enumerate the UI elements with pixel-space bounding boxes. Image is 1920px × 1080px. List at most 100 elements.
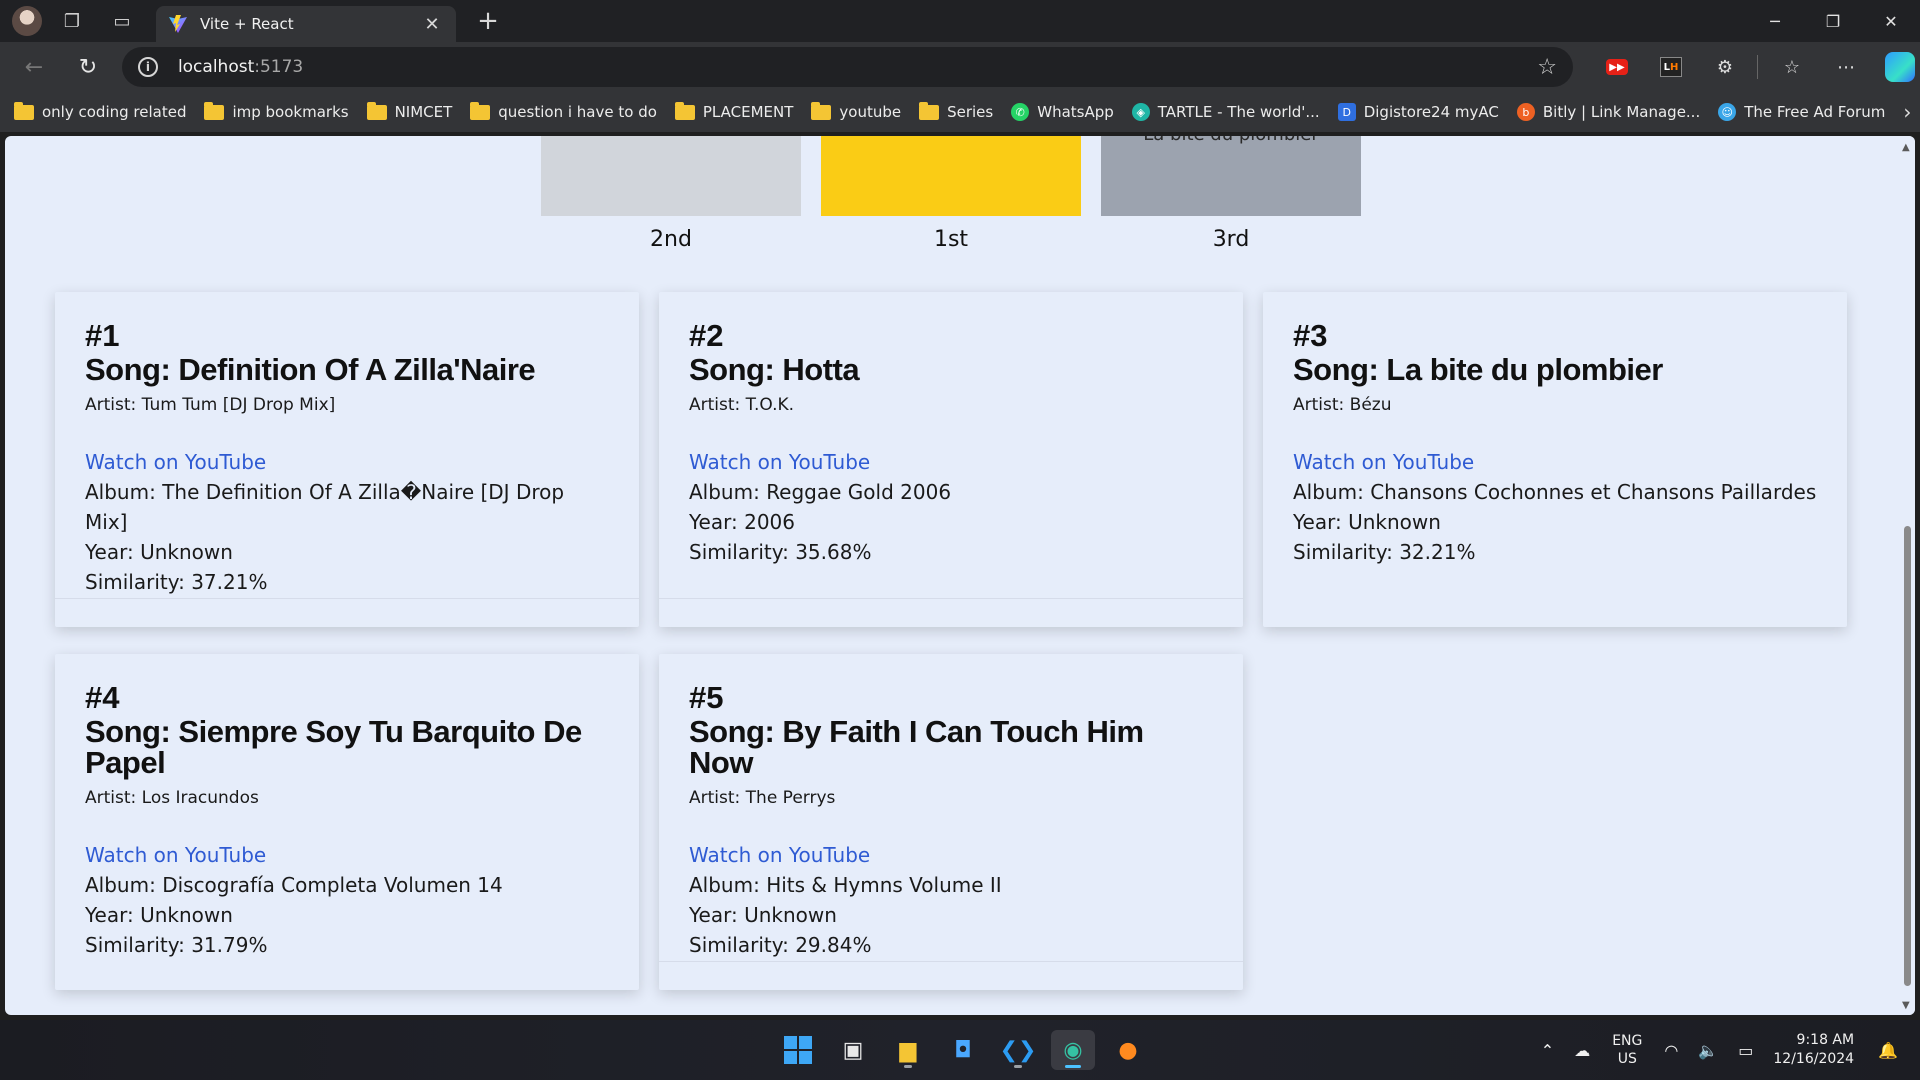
- language-indicator[interactable]: ENG US: [1612, 1032, 1642, 1068]
- result-album: Album: Discografía Completa Volumen 14: [85, 873, 503, 897]
- favorites-icon[interactable]: ☆: [1772, 47, 1812, 87]
- folder-icon: [811, 101, 832, 120]
- result-year: Year: 2006: [689, 510, 795, 534]
- clock-time: 9:18 AM: [1796, 1032, 1855, 1048]
- windows-logo-icon: [784, 1036, 812, 1064]
- result-card: #2 Song: Hotta Artist: T.O.K. Watch on Y…: [659, 292, 1243, 627]
- vscode-icon[interactable]: ❮❯: [996, 1030, 1040, 1070]
- copilot-icon[interactable]: [1880, 47, 1920, 87]
- podium-label-third: 3rd: [1212, 227, 1250, 252]
- tab-actions-icon[interactable]: ▭: [102, 5, 142, 37]
- edge-browser-icon[interactable]: ◉: [1051, 1030, 1095, 1070]
- bookmark-folder[interactable]: NIMCET: [366, 101, 452, 121]
- watch-on-youtube-link[interactable]: Watch on YouTube: [85, 840, 609, 870]
- address-toolbar: ← ↻ i localhost:5173 ☆ ▶▶ LH ⚙ ☆ ⋯: [0, 42, 1920, 92]
- watch-on-youtube-link[interactable]: Watch on YouTube: [689, 447, 1213, 477]
- bookmark-tartle[interactable]: ◈ TARTLE - The world'...: [1131, 103, 1320, 121]
- result-song: Song: Hotta: [689, 352, 860, 387]
- workspaces-icon[interactable]: ❐: [52, 5, 92, 37]
- bookmark-whatsapp[interactable]: ✆ WhatsApp: [1011, 103, 1114, 121]
- bookmark-free-ad-forum[interactable]: ☺ The Free Ad Forum: [1718, 103, 1885, 121]
- youtube-extension-icon[interactable]: ▶▶: [1597, 47, 1637, 87]
- result-similarity: Similarity: 35.68%: [689, 540, 872, 564]
- podium-third: La bite du plombier: [1101, 136, 1361, 216]
- more-menu-icon[interactable]: ⋯: [1826, 47, 1866, 87]
- system-tray: ⌃ ☁ ENG US ◠ 🔈 ▭ 9:18 AM 12/16/2024 🔔: [1531, 1020, 1908, 1080]
- forum-icon: ☺: [1718, 103, 1737, 121]
- notification-bell-icon[interactable]: 🔔: [1878, 1041, 1898, 1060]
- restore-icon[interactable]: ❐: [1804, 0, 1862, 42]
- folder-icon: [470, 101, 491, 120]
- tab-title: Vite + React: [200, 15, 294, 33]
- firefox-icon[interactable]: ●: [1106, 1030, 1150, 1070]
- new-tab-button[interactable]: +: [472, 6, 504, 36]
- scroll-thumb[interactable]: [1904, 526, 1911, 986]
- file-explorer-icon[interactable]: ▆: [886, 1030, 930, 1070]
- result-artist: Artist: Tum Tum [DJ Drop Mix]: [85, 395, 336, 415]
- extensions-row: ▶▶ LH ⚙ ☆ ⋯: [1583, 47, 1920, 87]
- onedrive-icon[interactable]: ☁: [1574, 1041, 1590, 1060]
- url-port: :5173: [254, 57, 304, 77]
- tray-chevron-up-icon[interactable]: ⌃: [1541, 1041, 1554, 1060]
- volume-icon[interactable]: 🔈: [1698, 1041, 1718, 1060]
- result-song: Song: La bite du plombier: [1293, 352, 1663, 387]
- bookmark-folder[interactable]: PLACEMENT: [674, 101, 793, 121]
- store-app-icon[interactable]: ◘: [941, 1030, 985, 1070]
- bookmark-folder[interactable]: imp bookmarks: [204, 101, 349, 121]
- result-song: Song: Siempre Soy Tu Barquito De Papel: [85, 714, 582, 780]
- profile-avatar[interactable]: [12, 6, 42, 36]
- lighthouse-extension-icon[interactable]: LH: [1651, 47, 1691, 87]
- result-card: #3 Song: La bite du plombier Artist: Béz…: [1263, 292, 1847, 627]
- battery-icon[interactable]: ▭: [1738, 1041, 1753, 1060]
- result-artist: Artist: T.O.K.: [689, 395, 795, 415]
- bookmark-folder[interactable]: question i have to do: [470, 101, 657, 121]
- result-year: Year: Unknown: [689, 903, 837, 927]
- result-album: Album: Reggae Gold 2006: [689, 480, 952, 504]
- podium: La bite du plombier 2nd 1st 3rd: [5, 136, 1895, 276]
- tartle-icon: ◈: [1131, 103, 1150, 121]
- folder-icon: [14, 101, 34, 120]
- watch-on-youtube-link[interactable]: Watch on YouTube: [85, 447, 609, 477]
- favorite-star-icon[interactable]: ☆: [1537, 55, 1557, 80]
- podium-second: [541, 136, 801, 216]
- close-window-icon[interactable]: ✕: [1862, 0, 1920, 42]
- extensions-puzzle-icon[interactable]: ⚙: [1705, 47, 1745, 87]
- bookmark-folder[interactable]: youtube: [811, 101, 901, 121]
- folder-icon: [366, 101, 387, 120]
- task-view-icon[interactable]: ▣: [831, 1030, 875, 1070]
- scroll-down-arrow-icon[interactable]: ▼: [1902, 1000, 1910, 1011]
- card-divider: [55, 598, 639, 599]
- result-song: Song: Definition Of A Zilla'Naire: [85, 352, 536, 387]
- refresh-icon[interactable]: ↻: [68, 47, 108, 87]
- card-divider: [659, 961, 1243, 962]
- address-bar[interactable]: i localhost:5173 ☆: [121, 47, 1573, 87]
- result-rank: #5: [689, 680, 724, 715]
- wifi-icon[interactable]: ◠: [1664, 1041, 1678, 1060]
- result-song: Song: By Faith I Can Touch Him Now: [689, 714, 1144, 780]
- result-similarity: Similarity: 31.79%: [85, 933, 268, 957]
- result-album: Album: Chansons Cochonnes et Chansons Pa…: [1293, 480, 1817, 504]
- podium-label-first: 1st: [933, 227, 969, 252]
- bookmark-digistore[interactable]: D Digistore24 myAC: [1337, 103, 1499, 121]
- result-year: Year: Unknown: [85, 540, 233, 564]
- bookmark-bitly[interactable]: b Bitly | Link Manage...: [1516, 103, 1700, 121]
- watch-on-youtube-link[interactable]: Watch on YouTube: [1293, 447, 1817, 477]
- bookmarks-overflow-chevron-icon[interactable]: ›: [1903, 100, 1911, 124]
- podium-third-song: La bite du plombier: [1101, 136, 1361, 145]
- start-button[interactable]: [776, 1030, 820, 1070]
- clock[interactable]: 9:18 AM 12/16/2024: [1773, 1031, 1854, 1069]
- result-album: Album: Hits & Hymns Volume II: [689, 873, 1002, 897]
- back-arrow-icon[interactable]: ←: [14, 47, 54, 87]
- bookmark-folder[interactable]: Series: [919, 101, 993, 121]
- tab-vite-react[interactable]: Vite + React ✕: [156, 6, 456, 42]
- site-info-icon[interactable]: i: [137, 57, 158, 77]
- podium-label-second: 2nd: [650, 227, 692, 252]
- bookmark-folder[interactable]: only coding related: [14, 101, 186, 121]
- taskbar-apps: ▣ ▆ ◘ ❮❯ ◉ ●: [776, 1030, 1161, 1070]
- page-scrollbar[interactable]: ▲ ▼: [1899, 136, 1915, 1015]
- result-card: #5 Song: By Faith I Can Touch Him Now Ar…: [659, 654, 1243, 990]
- scroll-up-arrow-icon[interactable]: ▲: [1902, 142, 1910, 153]
- minimize-icon[interactable]: ─: [1746, 0, 1804, 42]
- watch-on-youtube-link[interactable]: Watch on YouTube: [689, 840, 1213, 870]
- tab-close-icon[interactable]: ✕: [420, 14, 444, 35]
